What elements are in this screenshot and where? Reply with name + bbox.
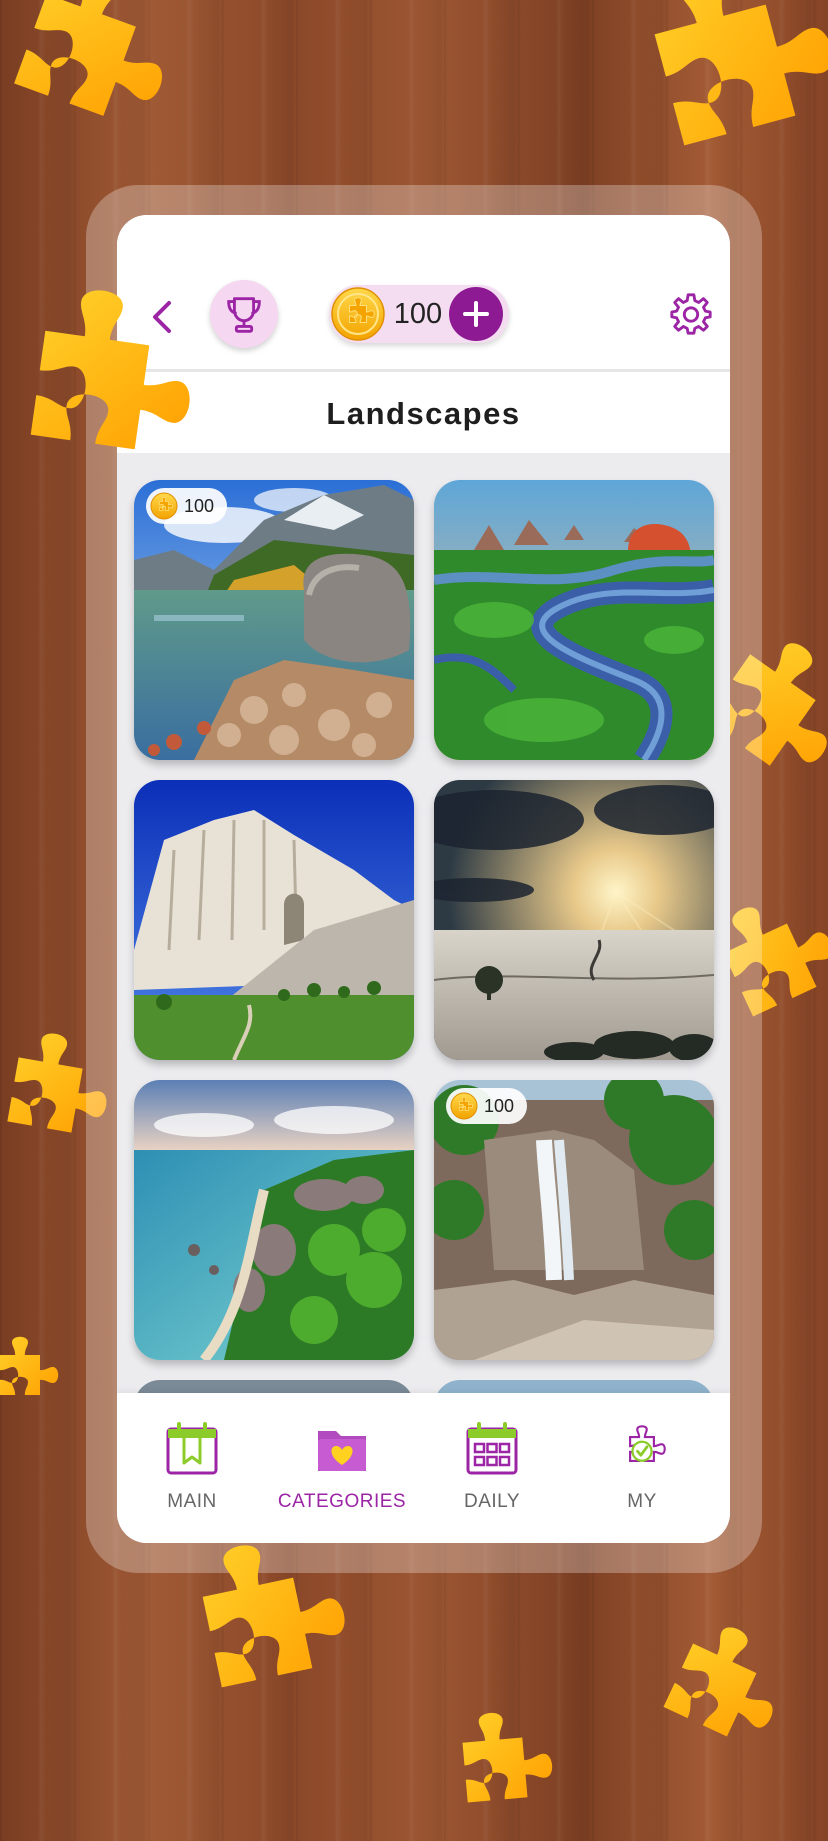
puzzle-card-partial[interactable] <box>134 1380 414 1393</box>
price-value: 100 <box>184 495 215 516</box>
puzzle-card[interactable] <box>434 780 714 1060</box>
puzzle-grid: 100 100 <box>117 453 730 1393</box>
puzzle-check-icon <box>629 1425 666 1462</box>
puzzle-card-partial[interactable] <box>434 1380 714 1393</box>
puzzle-thumbnail <box>134 1080 414 1360</box>
price-value: 100 <box>484 1095 515 1116</box>
nav-daily-label: DAILY <box>463 1491 520 1512</box>
puzzle-thumbnail <box>434 480 714 760</box>
nav-daily[interactable]: DAILY <box>417 1393 567 1543</box>
folder-heart-icon <box>318 1431 366 1471</box>
top-bar: 100 <box>117 215 730 370</box>
nav-my-label: MY <box>627 1491 657 1512</box>
price-badge: 100 <box>446 1088 528 1124</box>
puzzle-card[interactable] <box>434 480 714 760</box>
puzzle-piece-decoration <box>0 1300 60 1450</box>
calendar-icon <box>466 1422 518 1475</box>
puzzle-piece-decoration <box>415 1704 575 1837</box>
nav-categories-label: CATEGORIES <box>277 1491 407 1512</box>
calendar-bookmark-icon <box>166 1422 218 1475</box>
puzzle-card[interactable]: 100 <box>134 480 414 760</box>
plus-icon <box>463 301 489 327</box>
puzzle-piece-decoration <box>148 1523 367 1742</box>
puzzle-piece-decoration <box>0 0 197 177</box>
puzzle-piece-decoration <box>617 1597 803 1783</box>
nav-main[interactable]: MAIN <box>117 1393 267 1543</box>
puzzle-card[interactable] <box>134 780 414 1060</box>
page-title: Landscapes <box>326 396 521 431</box>
gear-icon <box>670 293 712 335</box>
puzzle-card[interactable] <box>134 1080 414 1360</box>
puzzle-piece-decoration <box>584 0 828 216</box>
nav-main-label: MAIN <box>167 1491 217 1512</box>
puzzle-piece-decoration <box>0 271 209 508</box>
coin-icon <box>331 287 385 341</box>
coin-balance: 100 <box>329 285 509 343</box>
bottom-navigation: MAIN CATEGORIES DAILY MY <box>117 1393 730 1543</box>
trophy-icon <box>227 297 261 333</box>
puzzle-thumbnail <box>434 780 714 1060</box>
settings-button[interactable] <box>668 291 714 337</box>
nav-categories[interactable]: CATEGORIES <box>267 1393 417 1543</box>
nav-my[interactable]: MY <box>567 1393 717 1543</box>
achievements-button[interactable] <box>210 280 278 348</box>
coin-count: 100 <box>393 298 443 330</box>
header-divider <box>117 369 730 372</box>
coin-icon <box>450 1092 478 1120</box>
puzzle-thumbnail <box>134 780 414 1060</box>
app-screen: 100 Landscapes 100 100 MAIN CATEGORIES D… <box>117 215 730 1543</box>
puzzle-card[interactable]: 100 <box>434 1080 714 1360</box>
add-coins-button[interactable] <box>449 287 503 341</box>
